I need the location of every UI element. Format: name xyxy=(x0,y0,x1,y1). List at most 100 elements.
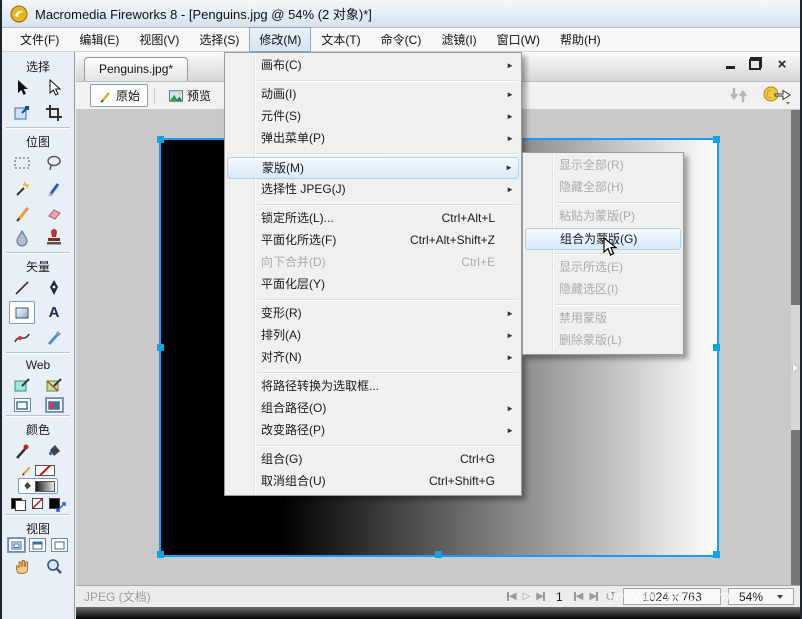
play-button[interactable] xyxy=(523,591,530,602)
standard-screen-mode-button[interactable] xyxy=(8,538,25,552)
brush-tool[interactable] xyxy=(41,176,67,199)
selection-handle[interactable] xyxy=(713,551,720,558)
menubar-item-modify[interactable]: 修改(M) xyxy=(249,27,311,52)
magic-wand-tool[interactable] xyxy=(9,176,35,199)
subselection-tool[interactable] xyxy=(41,76,67,99)
previous-frame-button[interactable] xyxy=(574,591,583,602)
section-label-colors: 颜色 xyxy=(26,421,50,438)
menubar-item-window[interactable]: 窗口(W) xyxy=(487,27,550,52)
close-button[interactable] xyxy=(774,57,790,71)
scale-tool[interactable] xyxy=(9,101,35,124)
menu-item-flatten-layers[interactable]: 平面化层(Y) xyxy=(225,274,521,296)
show-hotspots-button[interactable] xyxy=(46,398,63,412)
menu-item-combine-paths[interactable]: 组合路径(O) xyxy=(225,398,521,420)
fill-color-well[interactable] xyxy=(18,478,58,494)
restore-button[interactable] xyxy=(748,57,764,71)
preview-button[interactable]: 预览 xyxy=(161,84,219,107)
minimize-button[interactable] xyxy=(722,57,738,71)
loop-icon[interactable] xyxy=(605,589,616,605)
selection-handle[interactable] xyxy=(713,344,720,351)
blur-tool[interactable] xyxy=(9,226,35,249)
modify-menu: 画布(C) 动画(I) 元件(S) 弹出菜单(P) 蒙版(M) 选择性 JPEG… xyxy=(224,52,522,496)
zoom-level-dropdown[interactable]: 54% xyxy=(728,588,794,605)
selection-handle[interactable] xyxy=(713,136,720,143)
stroke-color-well[interactable] xyxy=(21,464,55,476)
menu-item-convert-path-to-marquee[interactable]: 将路径转换为选取框... xyxy=(225,376,521,398)
menu-item-lock-selection[interactable]: 锁定所选(L)...Ctrl+Alt+L xyxy=(225,208,521,230)
selection-handle[interactable] xyxy=(157,344,164,351)
original-view-button[interactable]: 原始 xyxy=(90,84,148,107)
menu-item-transform[interactable]: 变形(R) xyxy=(225,303,521,325)
no-color-button[interactable] xyxy=(32,498,43,509)
submenu-item-reveal-all: 显示全部(R) xyxy=(523,155,683,177)
eyedropper-tool[interactable] xyxy=(9,439,35,462)
text-tool[interactable]: A xyxy=(41,301,67,324)
menubar-item-text[interactable]: 文本(T) xyxy=(311,27,370,52)
lasso-tool[interactable] xyxy=(41,151,67,174)
default-colors-button[interactable] xyxy=(11,498,26,511)
knife-tool[interactable] xyxy=(41,326,67,349)
next-frame-button[interactable] xyxy=(589,591,598,602)
menubar-item-select[interactable]: 选择(S) xyxy=(189,27,249,52)
selection-handle[interactable] xyxy=(435,551,442,558)
slice-tool[interactable] xyxy=(41,373,67,396)
rectangle-tool[interactable] xyxy=(9,301,35,324)
section-label-web: Web xyxy=(26,358,50,372)
menubar-item-commands[interactable]: 命令(C) xyxy=(371,27,432,52)
menubar-item-filters[interactable]: 滤镜(I) xyxy=(431,27,486,52)
menubar-item-view[interactable]: 视图(V) xyxy=(129,27,189,52)
selection-handle[interactable] xyxy=(157,551,164,558)
menu-item-flatten-selection[interactable]: 平面化所选(F)Ctrl+Alt+Shift+Z xyxy=(225,230,521,252)
menubar-item-help[interactable]: 帮助(H) xyxy=(550,27,611,52)
pencil-tool[interactable] xyxy=(9,201,35,224)
chevron-down-icon xyxy=(777,595,783,599)
document-tab[interactable]: Penguins.jpg* xyxy=(84,57,188,81)
pen-tool[interactable] xyxy=(41,276,67,299)
menu-item-symbol[interactable]: 元件(S) xyxy=(225,106,521,128)
sort-arrows-icon xyxy=(728,85,750,105)
panel-dock-gripper xyxy=(791,110,800,585)
menu-item-arrange[interactable]: 排列(A) xyxy=(225,325,521,347)
stroke-color-swatch[interactable] xyxy=(35,465,55,476)
last-frame-button[interactable] xyxy=(536,591,545,602)
status-bar: JPEG (文档) 1 1024 x 763 54% jingyan.baidu… xyxy=(76,585,800,607)
section-label-select: 选择 xyxy=(26,58,50,75)
mouse-cursor-icon xyxy=(603,237,619,257)
menu-item-alter-path[interactable]: 改变路径(P) xyxy=(225,420,521,442)
rubber-stamp-tool[interactable] xyxy=(41,226,67,249)
menu-item-align[interactable]: 对齐(N) xyxy=(225,347,521,369)
full-screen-with-menus-button[interactable] xyxy=(29,538,46,552)
fill-color-swatch[interactable] xyxy=(35,481,55,492)
menu-item-selective-jpeg[interactable]: 选择性 JPEG(J) xyxy=(225,179,521,201)
section-label-bitmap: 位图 xyxy=(26,133,50,150)
menu-item-animation[interactable]: 动画(I) xyxy=(225,84,521,106)
submenu-item-hide-all: 隐藏全部(H) xyxy=(523,177,683,199)
pointer-tool[interactable] xyxy=(9,76,35,99)
panel-collapse-arrow[interactable] xyxy=(791,305,800,430)
zoom-tool[interactable] xyxy=(41,554,67,577)
marquee-tool[interactable] xyxy=(9,151,35,174)
eraser-tool[interactable] xyxy=(41,201,67,224)
menubar-item-edit[interactable]: 编辑(E) xyxy=(69,27,129,52)
section-label-vector: 矢量 xyxy=(26,258,50,275)
menubar-item-file[interactable]: 文件(F) xyxy=(10,27,69,52)
full-screen-button[interactable] xyxy=(51,538,68,552)
first-frame-button[interactable] xyxy=(507,591,516,602)
swap-colors-button[interactable] xyxy=(49,498,65,511)
paint-bucket-tool[interactable] xyxy=(41,439,67,462)
menu-item-mask[interactable]: 蒙版(M) xyxy=(227,157,519,179)
menu-item-ungroup[interactable]: 取消组合(U)Ctrl+Shift+G xyxy=(225,471,521,493)
menu-item-group[interactable]: 组合(G)Ctrl+G xyxy=(225,449,521,471)
line-tool[interactable] xyxy=(9,276,35,299)
menu-item-canvas[interactable]: 画布(C) xyxy=(225,55,521,77)
hide-hotspots-button[interactable] xyxy=(14,398,31,412)
menu-item-popup-menu[interactable]: 弹出菜单(P) xyxy=(225,128,521,150)
crop-tool[interactable] xyxy=(41,101,67,124)
hand-tool[interactable] xyxy=(9,554,35,577)
quick-export-button[interactable] xyxy=(762,85,792,105)
selection-handle[interactable] xyxy=(157,136,164,143)
freeform-tool[interactable] xyxy=(9,326,35,349)
rectangle-hotspot-tool[interactable] xyxy=(9,373,35,396)
pencil-icon xyxy=(98,89,112,103)
fireworks-logo-icon xyxy=(10,5,28,23)
